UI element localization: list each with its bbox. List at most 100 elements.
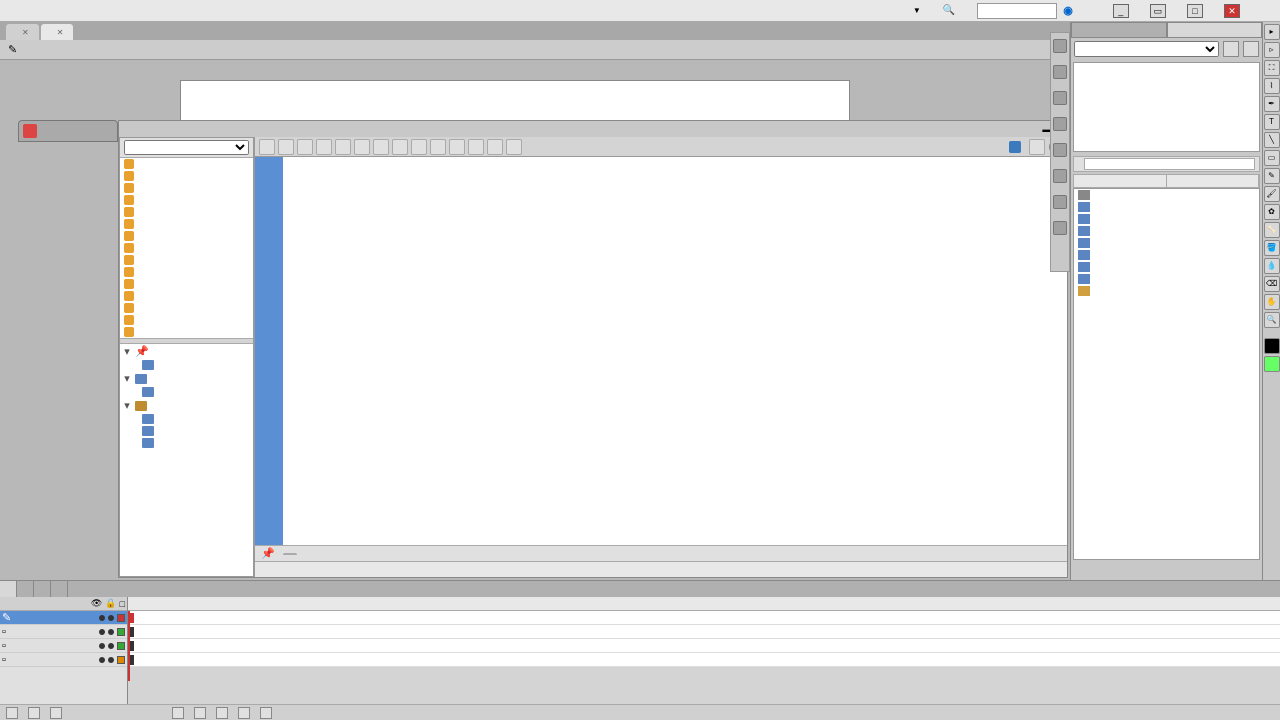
panel-icon[interactable] [1053, 117, 1067, 131]
pin-icon[interactable]: 📌 [261, 547, 275, 560]
col-linkage[interactable] [1167, 175, 1260, 187]
panel-icon[interactable] [1053, 195, 1067, 209]
close-icon[interactable]: ✕ [57, 28, 64, 37]
tab-timeline[interactable] [0, 581, 17, 597]
panel-icon[interactable] [1053, 221, 1067, 235]
brush-tool[interactable]: 🖌 [1264, 186, 1280, 202]
window-restore[interactable]: ▭ [1150, 4, 1166, 18]
tab-motion-editor[interactable] [51, 581, 68, 597]
package-icon [124, 159, 134, 169]
script-assist-button[interactable] [1029, 139, 1045, 155]
pen-tool[interactable]: ✒ [1264, 96, 1280, 112]
library-preview [1073, 62, 1260, 152]
panel-icon[interactable] [1053, 169, 1067, 183]
lasso-tool[interactable]: ⌇ [1264, 78, 1280, 94]
language-select[interactable] [124, 140, 249, 155]
add-item-button[interactable] [259, 139, 275, 155]
show-hint-button[interactable] [354, 139, 370, 155]
collapse-button[interactable] [392, 139, 408, 155]
zoom-tool[interactable]: 🔍 [1264, 312, 1280, 328]
toolbar-button[interactable] [487, 139, 503, 155]
rewind-button[interactable] [172, 707, 184, 719]
layer-wall-left[interactable]: ▫ [0, 639, 127, 653]
pencil-tool[interactable]: ✎ [1264, 168, 1280, 184]
fast-fwd-button[interactable] [260, 707, 272, 719]
step-back-button[interactable] [194, 707, 206, 719]
new-folder-button[interactable] [28, 707, 40, 719]
font-icon [1078, 190, 1090, 200]
toolbar-button[interactable] [468, 139, 484, 155]
delete-layer-button[interactable] [50, 707, 62, 719]
fill-color[interactable] [1264, 356, 1280, 372]
insert-target-button[interactable] [297, 139, 313, 155]
doctab-untitled[interactable]: ✕ [6, 24, 39, 40]
debug-button[interactable] [373, 139, 389, 155]
find-button[interactable] [278, 139, 294, 155]
code-editor-area: ? 📌 [254, 137, 1067, 577]
package-list[interactable] [120, 158, 253, 338]
library-doc-select[interactable] [1074, 41, 1219, 57]
tab-compiler-errors[interactable] [34, 581, 51, 597]
code-status-bar [255, 561, 1067, 577]
playhead[interactable] [128, 611, 130, 681]
eyedropper-tool[interactable]: 💧 [1264, 258, 1280, 274]
search-input[interactable] [977, 3, 1057, 19]
new-library-icon[interactable] [1243, 41, 1259, 57]
tab-properties[interactable] [1071, 22, 1167, 38]
tab-library[interactable] [1167, 22, 1263, 38]
step-fwd-button[interactable] [238, 707, 250, 719]
stroke-color[interactable] [1264, 338, 1280, 354]
frames-area[interactable] [128, 597, 1280, 704]
panel-icon[interactable] [1053, 65, 1067, 79]
uncomment-button[interactable] [449, 139, 465, 155]
deco-tool[interactable]: ✿ [1264, 204, 1280, 220]
panel-icon[interactable] [1053, 39, 1067, 53]
eraser-tool[interactable]: ⌫ [1264, 276, 1280, 292]
script-navigator[interactable]: ▾📌 ▾ ▾ [120, 344, 253, 576]
new-layer-button[interactable] [6, 707, 18, 719]
check-syntax-button[interactable] [316, 139, 332, 155]
comment-button[interactable] [430, 139, 446, 155]
bone-tool[interactable]: 🦴 [1264, 222, 1280, 238]
pkg-item [120, 182, 253, 194]
hand-tool[interactable]: ✋ [1264, 294, 1280, 310]
timeline-status [0, 704, 1280, 720]
cs-live-button[interactable]: ◉ [1063, 4, 1089, 17]
layer-mc-char[interactable]: ▫ [0, 625, 127, 639]
actions-icon [23, 124, 37, 138]
window-minimize[interactable]: _ [1113, 4, 1129, 18]
layer-script[interactable]: ✎ [0, 611, 127, 625]
library-list[interactable] [1073, 188, 1260, 560]
subselection-tool[interactable]: ▹ [1264, 42, 1280, 58]
rectangle-tool[interactable]: ▭ [1264, 150, 1280, 166]
selection-tool[interactable]: ▸ [1264, 24, 1280, 40]
actions-panel-title: ▬≡ [119, 121, 1067, 137]
doctab-move-character[interactable]: ✕ [41, 24, 74, 40]
text-tool[interactable]: T [1264, 114, 1280, 130]
pkg-item [120, 170, 253, 182]
layer-startmes[interactable]: ▫ [0, 653, 127, 667]
pin-library-icon[interactable] [1223, 41, 1239, 57]
line-tool[interactable]: ╲ [1264, 132, 1280, 148]
window-close[interactable]: ✕ [1224, 4, 1240, 18]
free-transform-tool[interactable]: ⛶ [1264, 60, 1280, 76]
pin-icon: 📌 [135, 345, 149, 358]
script-tab[interactable] [283, 553, 297, 555]
panel-icon[interactable] [1053, 143, 1067, 157]
scene-icon: ✎ [8, 43, 17, 56]
close-icon[interactable]: ✕ [22, 28, 29, 37]
frame-ruler[interactable] [128, 597, 1280, 611]
autoformat-button[interactable] [335, 139, 351, 155]
actions-frame-tab[interactable] [18, 120, 118, 142]
code-editor[interactable] [283, 157, 1067, 545]
play-button[interactable] [216, 707, 228, 719]
library-search[interactable] [1084, 158, 1255, 170]
panel-icon[interactable] [1053, 91, 1067, 105]
frame-icon [142, 387, 154, 397]
toolbar-button[interactable] [506, 139, 522, 155]
window-maximize[interactable]: □ [1187, 4, 1203, 18]
col-name[interactable] [1074, 175, 1167, 187]
expand-button[interactable] [411, 139, 427, 155]
tab-output[interactable] [17, 581, 34, 597]
paint-bucket-tool[interactable]: 🪣 [1264, 240, 1280, 256]
